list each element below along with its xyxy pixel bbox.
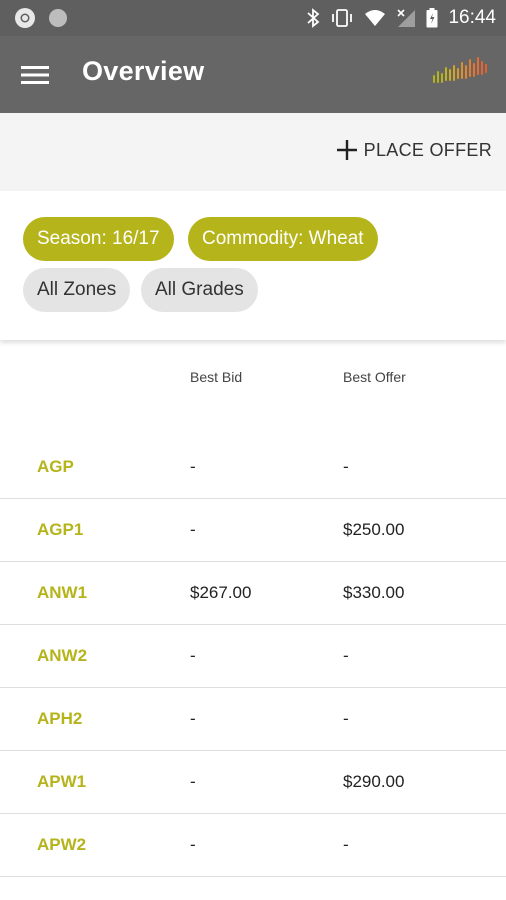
table-header: Best Bid Best Offer xyxy=(0,340,506,436)
plus-icon xyxy=(336,140,357,160)
bid-cell: $267.00 xyxy=(190,583,252,602)
offer-cell: $330.00 xyxy=(343,583,405,602)
place-offer-label: PLACE OFFER xyxy=(363,139,492,160)
offer-cell: - xyxy=(343,457,349,476)
status-time: 16:44 xyxy=(448,7,496,28)
grade-cell: ANW1 xyxy=(37,583,88,602)
bid-cell: - xyxy=(190,835,196,854)
header-best-offer: Best Offer xyxy=(343,369,406,385)
table-row[interactable]: ANW2 - - xyxy=(0,625,506,688)
offer-cell: - xyxy=(343,709,349,728)
header-best-bid: Best Bid xyxy=(190,369,243,385)
page-title: Overview xyxy=(82,56,205,86)
bid-cell: - xyxy=(190,520,196,539)
wifi-icon xyxy=(365,10,386,26)
chrome-icon xyxy=(15,8,35,28)
filter-chip-grades[interactable]: All Grades xyxy=(141,268,258,312)
grade-cell: AGP xyxy=(37,457,74,476)
app-bar: Overview xyxy=(0,36,506,113)
battery-icon xyxy=(426,8,438,28)
bid-cell: - xyxy=(190,709,196,728)
signal-icon xyxy=(397,9,416,27)
prices-table: Best Bid Best Offer AGP - - AGP1 - $250.… xyxy=(0,340,506,877)
grade-cell: APW2 xyxy=(37,835,87,854)
notification-dot-icon xyxy=(49,9,67,27)
vibrate-icon xyxy=(332,9,353,27)
place-offer-button[interactable]: PLACE OFFER xyxy=(336,139,492,161)
menu-button[interactable] xyxy=(14,56,56,94)
table-row[interactable]: APH2 - - xyxy=(0,688,506,751)
offer-cell: $250.00 xyxy=(343,520,405,539)
app-logo xyxy=(433,57,487,83)
status-bar: 16:44 xyxy=(0,0,506,36)
offer-cell: - xyxy=(343,835,349,854)
offer-cell: - xyxy=(343,646,349,665)
bid-cell: - xyxy=(190,457,196,476)
filter-chip-zones[interactable]: All Zones xyxy=(23,268,131,312)
grade-cell: ANW2 xyxy=(37,646,88,665)
table-row[interactable]: AGP1 - $250.00 xyxy=(0,499,506,562)
action-bar: PLACE OFFER xyxy=(0,113,506,191)
table-row[interactable]: ANW1 $267.00 $330.00 xyxy=(0,562,506,625)
table-row[interactable]: AGP - - xyxy=(0,436,506,499)
table-row[interactable]: APW1 - $290.00 xyxy=(0,751,506,814)
grade-cell: APW1 xyxy=(37,772,87,791)
filter-chip-commodity[interactable]: Commodity: Wheat xyxy=(188,217,378,261)
bluetooth-icon xyxy=(307,8,320,28)
bid-cell: - xyxy=(190,646,196,665)
hamburger-menu-icon xyxy=(21,66,49,84)
filter-panel: Season: 16/17 Commodity: Wheat All Zones… xyxy=(0,191,506,340)
offer-cell: $290.00 xyxy=(343,772,405,791)
filter-chip-season[interactable]: Season: 16/17 xyxy=(23,217,174,261)
grade-cell: APH2 xyxy=(37,709,83,728)
table-row[interactable]: APW2 - - xyxy=(0,814,506,877)
bid-cell: - xyxy=(190,772,196,791)
grade-cell: AGP1 xyxy=(37,520,84,539)
